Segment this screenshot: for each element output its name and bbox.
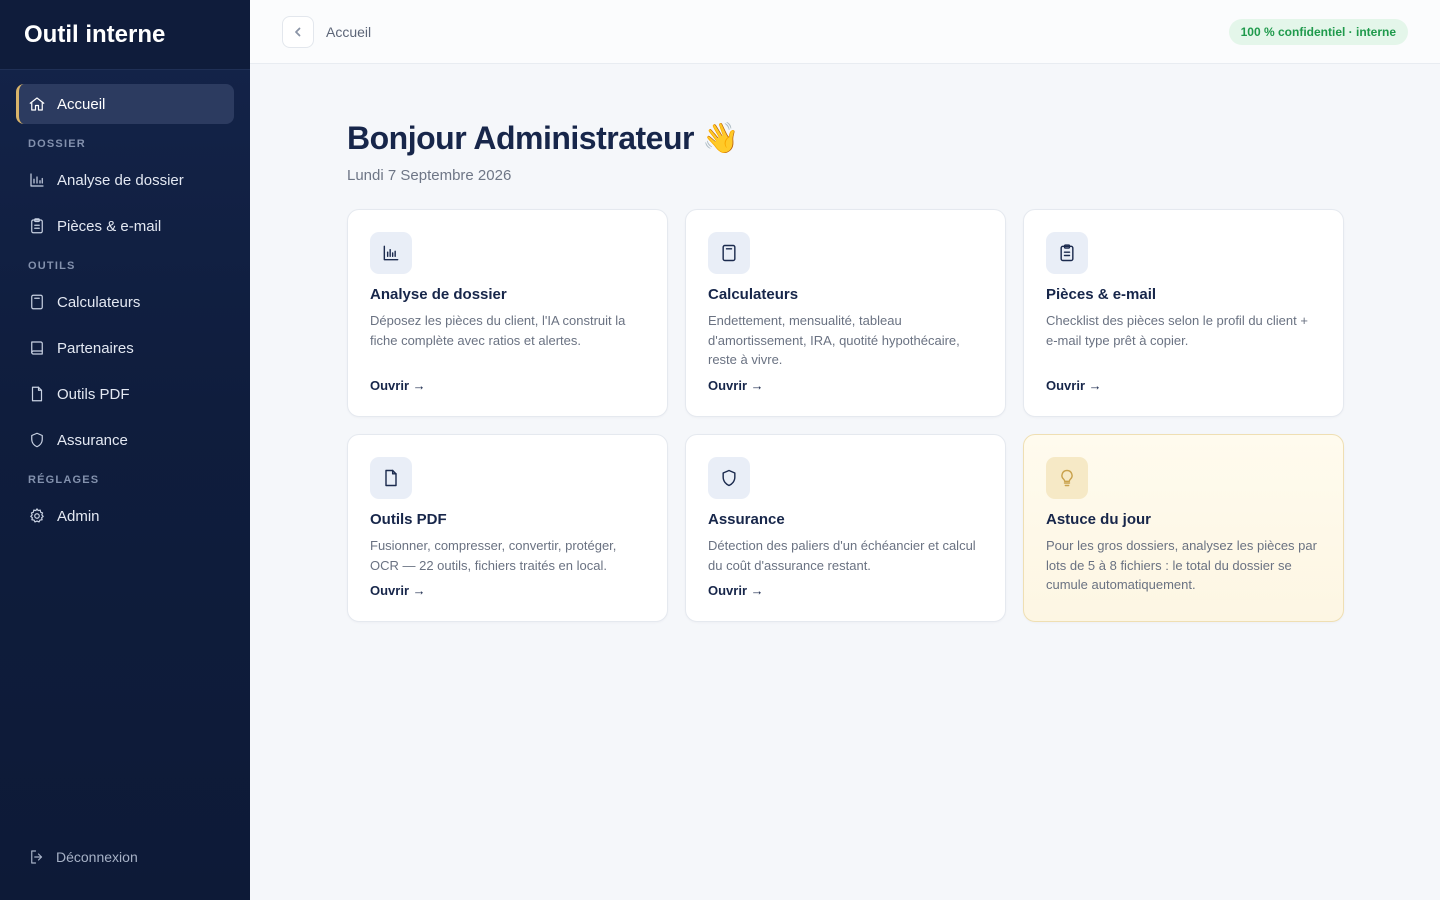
page-title: Bonjour Administrateur 👋 xyxy=(347,120,1343,157)
sidebar-item-label: Pièces & e-mail xyxy=(57,217,162,235)
sidebar-nav: Accueil DOSSIER Analyse de dossier Pièce… xyxy=(0,70,250,536)
card-description: Endettement, mensualité, tableau d'amort… xyxy=(708,313,960,367)
calculator-icon xyxy=(28,293,46,311)
topbar: Accueil 100 % confidentiel · interne xyxy=(250,0,1440,64)
card-astuce-du-jour: Astuce du jour Pour les gros dossiers, a… xyxy=(1023,434,1344,622)
wave-emoji: 👋 xyxy=(701,122,739,155)
card-description: Détection des paliers d'un échéancier et… xyxy=(708,538,976,573)
greeting-text: Bonjour Administrateur xyxy=(347,120,694,156)
sidebar-item-outils-pdf[interactable]: Outils PDF xyxy=(16,374,234,414)
section-label-dossier: DOSSIER xyxy=(28,138,86,150)
clipboard-icon xyxy=(1046,232,1088,274)
open-link[interactable]: Ouvrir → xyxy=(708,378,764,393)
card-pieces-email[interactable]: Pièces & e-mail Checklist des pièces sel… xyxy=(1023,209,1344,417)
bar-chart-icon xyxy=(370,232,412,274)
logout-icon xyxy=(31,850,43,864)
home-icon xyxy=(28,95,46,113)
file-icon xyxy=(28,385,46,403)
main-content: Bonjour Administrateur 👋 Lundi 7 Septemb… xyxy=(347,120,1344,622)
lightbulb-icon xyxy=(1046,457,1088,499)
confidential-badge: 100 % confidentiel · interne xyxy=(1228,19,1408,45)
logout-label: Déconnexion xyxy=(56,849,138,865)
logout-button[interactable]: Déconnexion xyxy=(28,848,138,866)
open-link[interactable]: Ouvrir → xyxy=(1046,378,1102,393)
sidebar-item-admin[interactable]: Admin xyxy=(16,496,234,536)
card-outils-pdf[interactable]: Outils PDF Fusionner, compresser, conver… xyxy=(347,434,668,622)
gear-icon xyxy=(28,507,46,525)
sidebar-item-label: Accueil xyxy=(57,95,106,113)
shield-icon xyxy=(28,431,46,449)
sidebar-item-assurance[interactable]: Assurance xyxy=(16,420,234,460)
card-analyse-de-dossier[interactable]: Analyse de dossier Déposez les pièces du… xyxy=(347,209,668,417)
open-link[interactable]: Ouvrir → xyxy=(370,378,426,393)
tools-grid: Analyse de dossier Déposez les pièces du… xyxy=(347,209,1344,622)
section-label-outils: OUTILS xyxy=(28,260,76,272)
card-calculateurs[interactable]: Calculateurs Endettement, mensualité, ta… xyxy=(685,209,1006,417)
current-date: Lundi 7 Septembre 2026 xyxy=(347,167,512,184)
bar-chart-icon xyxy=(28,171,46,189)
card-description: Checklist des pièces selon le profil du … xyxy=(1046,313,1308,348)
card-title: Assurance xyxy=(708,511,785,528)
app-title: Outil interne xyxy=(0,0,250,70)
card-description: Déposez les pièces du client, l'IA const… xyxy=(370,313,626,348)
sidebar-item-accueil[interactable]: Accueil xyxy=(16,84,234,124)
calculator-icon xyxy=(708,232,750,274)
sidebar-item-label: Partenaires xyxy=(57,339,134,357)
chevron-left-icon xyxy=(295,27,301,36)
sidebar: Outil interne Accueil DOSSIER Analyse de… xyxy=(0,0,250,900)
sidebar-item-label: Outils PDF xyxy=(57,385,130,403)
sidebar-item-label: Assurance xyxy=(57,431,128,449)
card-title: Calculateurs xyxy=(708,286,799,303)
sidebar-item-label: Calculateurs xyxy=(57,293,141,311)
file-icon xyxy=(370,457,412,499)
card-title: Pièces & e-mail xyxy=(1046,286,1157,303)
sidebar-item-analyse-de-dossier[interactable]: Analyse de dossier xyxy=(16,160,234,200)
card-title: Astuce du jour xyxy=(1046,511,1152,528)
back-button[interactable] xyxy=(282,15,314,48)
book-icon xyxy=(28,339,46,357)
sidebar-item-label: Analyse de dossier xyxy=(57,171,184,189)
section-label-reglages: RÉGLAGES xyxy=(28,474,100,486)
sidebar-item-pieces-email[interactable]: Pièces & e-mail xyxy=(16,206,234,246)
sidebar-item-calculateurs[interactable]: Calculateurs xyxy=(16,282,234,322)
breadcrumb: Accueil xyxy=(326,23,372,40)
open-link[interactable]: Ouvrir → xyxy=(708,583,764,598)
open-link[interactable]: Ouvrir → xyxy=(370,583,426,598)
card-description: Fusionner, compresser, convertir, protég… xyxy=(370,538,617,573)
shield-icon xyxy=(708,457,750,499)
clipboard-icon xyxy=(28,217,46,235)
sidebar-item-label: Admin xyxy=(57,507,100,525)
sidebar-item-partenaires[interactable]: Partenaires xyxy=(16,328,234,368)
card-title: Analyse de dossier xyxy=(370,286,507,303)
card-description: Pour les gros dossiers, analysez les piè… xyxy=(1046,538,1317,592)
card-assurance[interactable]: Assurance Détection des paliers d'un éch… xyxy=(685,434,1006,622)
card-title: Outils PDF xyxy=(370,511,447,528)
